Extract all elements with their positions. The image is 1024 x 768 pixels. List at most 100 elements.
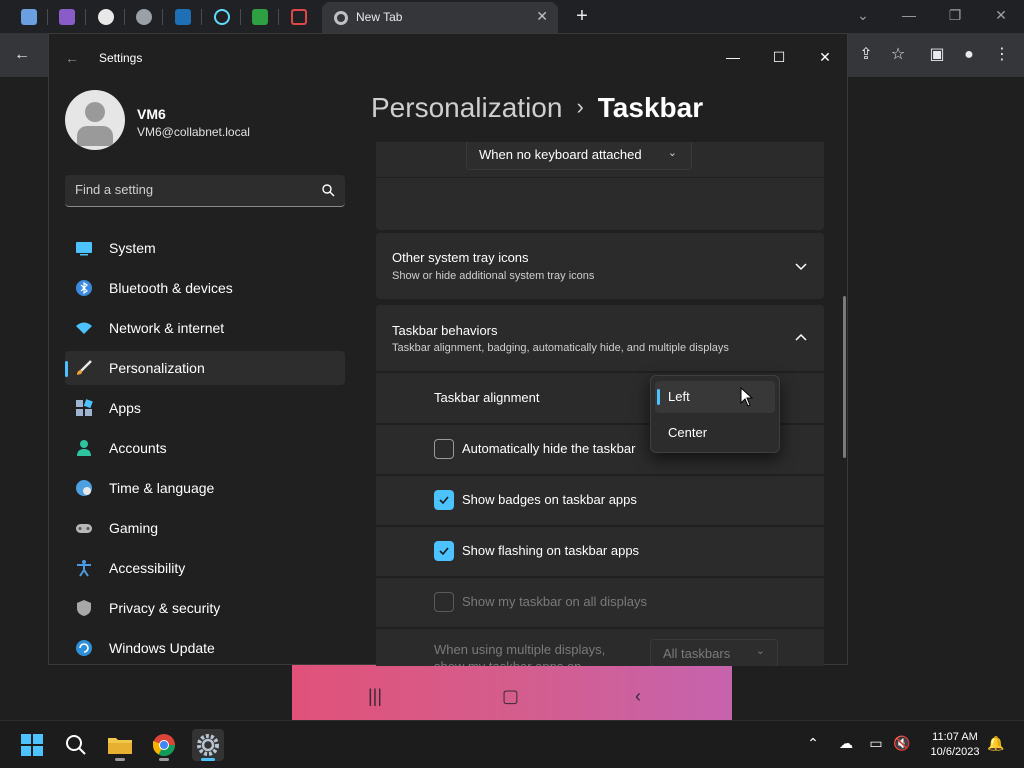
maximize-icon[interactable]: ☐ (757, 42, 801, 72)
tab-separator (162, 9, 163, 25)
pinned-tab-1[interactable] (14, 4, 44, 30)
chevron-up-icon[interactable] (794, 331, 808, 345)
restore-browser-icon[interactable]: ❐ (940, 4, 970, 26)
browser-back-icon[interactable]: ← (10, 43, 34, 67)
tab-separator (124, 9, 125, 25)
flashing-checkbox[interactable] (434, 541, 454, 561)
close-tab-icon[interactable]: ✕ (536, 8, 548, 25)
mouse-cursor-icon (740, 387, 754, 407)
nav-item-privacy[interactable]: Privacy & security (65, 591, 345, 625)
app-icon (252, 9, 268, 25)
nav-item-system[interactable]: System (65, 231, 345, 265)
behaviors-title: Taskbar behaviors (392, 323, 498, 338)
close-browser-icon[interactable]: ✕ (986, 4, 1016, 26)
clock[interactable]: 11:07 AM 10/6/2023 (920, 730, 990, 760)
nav-item-bluetooth[interactable]: Bluetooth & devices (65, 271, 345, 305)
user-email: VM6@collabnet.local (137, 125, 250, 139)
breadcrumb-separator: › (576, 94, 584, 119)
other-tray-title: Other system tray icons (392, 250, 529, 265)
avatar[interactable] (65, 90, 125, 150)
search-taskbar-button[interactable] (60, 729, 92, 761)
accessibility-icon (77, 560, 91, 577)
tab-separator (201, 9, 202, 25)
nav-item-personalization[interactable]: Personalization (65, 351, 345, 385)
divider (376, 177, 824, 178)
badges-label: Show badges on taskbar apps (462, 492, 637, 507)
start-button[interactable] (16, 729, 48, 761)
page-title: Taskbar (597, 92, 704, 123)
behaviors-card[interactable]: Taskbar behaviors Taskbar alignment, bad… (376, 305, 824, 371)
flashing-row[interactable]: Show flashing on taskbar apps (376, 527, 824, 576)
minimize-icon[interactable]: — (711, 42, 755, 72)
avatar-body (77, 126, 113, 146)
other-tray-subtitle: Show or hide additional system tray icon… (392, 270, 595, 282)
app-icon (175, 9, 191, 25)
scrollbar[interactable] (843, 296, 846, 458)
nav-label: Network & internet (109, 320, 225, 336)
nav-item-apps[interactable]: Apps (65, 391, 345, 425)
user-name: VM6 (137, 106, 166, 122)
nav-label: Accounts (109, 440, 167, 456)
chevron-down-icon[interactable] (794, 259, 808, 273)
all-displays-checkbox (434, 592, 454, 612)
badges-checkbox[interactable] (434, 490, 454, 510)
wifi-icon (76, 322, 92, 334)
file-explorer-button[interactable] (104, 729, 136, 761)
back-arrow-icon[interactable]: ← (65, 50, 79, 66)
pinned-tab-wordpress[interactable] (91, 4, 121, 30)
pinned-tab-5[interactable] (284, 4, 314, 30)
pinned-tab-globe[interactable] (129, 4, 159, 30)
nav-item-accessibility[interactable]: Accessibility (65, 551, 345, 585)
settings-taskbar-button[interactable] (192, 729, 224, 761)
new-tab-button[interactable]: + (570, 4, 594, 28)
monitor-icon (291, 9, 307, 25)
profile-icon[interactable]: ● (957, 43, 981, 67)
alignment-option-left[interactable]: Left (655, 381, 775, 413)
network-icon[interactable]: ▭ (866, 735, 886, 755)
checkmark-icon (439, 496, 449, 505)
share-icon[interactable]: ⇪ (854, 43, 878, 67)
nav-item-accounts[interactable]: Accounts (65, 431, 345, 465)
running-indicator (115, 758, 125, 761)
search-input[interactable] (75, 182, 305, 197)
nav-label: Apps (109, 400, 141, 416)
nav-item-network[interactable]: Network & internet (65, 311, 345, 345)
pinned-tab-3[interactable] (168, 4, 198, 30)
sidepanel-icon[interactable]: ▣ (925, 43, 949, 67)
close-icon[interactable]: ✕ (803, 42, 847, 72)
update-icon (76, 640, 92, 656)
tab-new-tab[interactable]: New Tab ✕ (322, 2, 558, 33)
autohide-checkbox[interactable] (434, 439, 454, 459)
notification-bell-icon[interactable]: 🔔 (986, 735, 1006, 755)
chrome-taskbar-button[interactable] (148, 729, 180, 761)
globe-icon (136, 9, 152, 25)
pinned-tab-react[interactable] (207, 4, 237, 30)
window-title: Settings (99, 51, 143, 65)
bookmark-star-icon[interactable]: ☆ (886, 43, 910, 67)
person-icon (77, 440, 91, 456)
globe-icon (76, 480, 92, 496)
keyboard-dropdown[interactable]: When no keyboard attached ⌄ (466, 142, 692, 170)
search-box[interactable] (65, 175, 345, 207)
home-icon: ▢ (502, 686, 520, 706)
breadcrumb-parent[interactable]: Personalization (371, 92, 562, 123)
pinned-tab-2[interactable] (52, 4, 82, 30)
avatar-head (85, 102, 105, 122)
nav-item-gaming[interactable]: Gaming (65, 511, 345, 545)
tab-search-icon[interactable]: ⌄ (848, 4, 878, 26)
settings-titlebar[interactable]: ← Settings — ☐ ✕ (49, 34, 849, 82)
show-hidden-icons-icon[interactable]: ⌃ (803, 735, 823, 755)
minimize-browser-icon[interactable]: — (894, 4, 924, 26)
volume-muted-icon[interactable]: 🔇 (892, 735, 912, 755)
search-icon (322, 184, 335, 197)
badges-row[interactable]: Show badges on taskbar apps (376, 476, 824, 525)
onedrive-icon[interactable]: ☁ (836, 735, 856, 755)
alignment-option-center[interactable]: Center (655, 417, 775, 449)
browser-menu-icon[interactable]: ⋮ (990, 43, 1014, 67)
pinned-tab-4[interactable] (245, 4, 275, 30)
nav-item-time-language[interactable]: Time & language (65, 471, 345, 505)
nav-item-windows-update[interactable]: Windows Update (65, 631, 345, 665)
brush-icon (77, 360, 92, 375)
all-displays-label: Show my taskbar on all displays (462, 594, 647, 609)
other-tray-card[interactable]: Other system tray icons Show or hide add… (376, 233, 824, 299)
